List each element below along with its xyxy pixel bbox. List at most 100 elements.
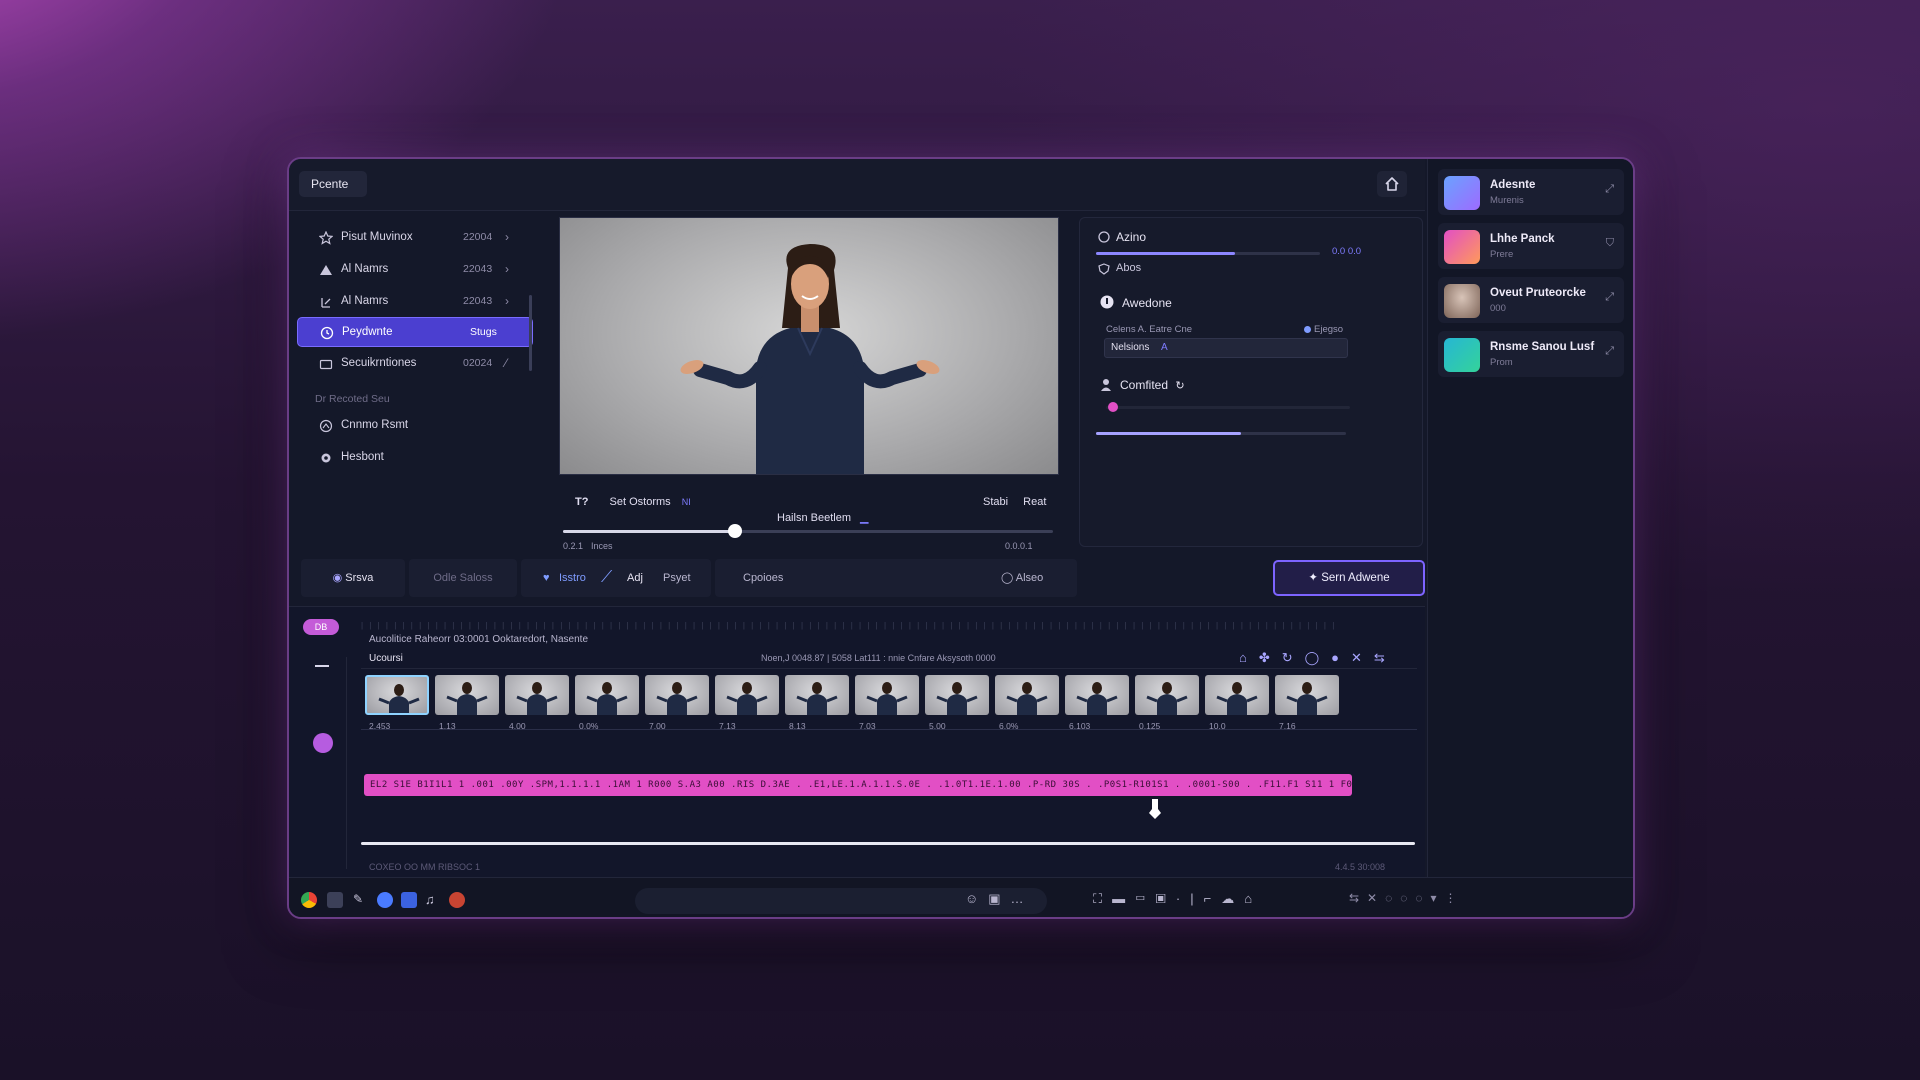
timeline-frame[interactable] <box>995 675 1059 715</box>
nav-item-hesbont[interactable]: Hesbont <box>297 443 533 473</box>
timeline-badge[interactable]: DB <box>303 619 339 635</box>
star-icon <box>319 231 333 245</box>
timeline-frame[interactable] <box>1135 675 1199 715</box>
timeline-ruler[interactable]: | | | | | | | | | | | | | | | | | | | | … <box>361 621 1417 631</box>
side-card-rnsme[interactable]: Rnsme Sanou Lusf Prom ⤢ <box>1438 331 1624 377</box>
section2-input-value: Nelsions <box>1111 342 1150 353</box>
toolbar-srsva-button[interactable]: ◉ Srsva <box>301 559 405 597</box>
nav-item-peydwnte[interactable]: Peydwnte Stugs <box>297 317 533 347</box>
expand-icon[interactable]: ⤢ <box>1605 291 1614 304</box>
window-title-tab[interactable]: Pcente <box>299 171 367 197</box>
section2-radio[interactable] <box>1304 326 1311 333</box>
toolbar-btn6-label[interactable]: Cpoioes <box>743 559 783 597</box>
nav-item-secuikrntiones[interactable]: Secuikrntiones 02024 ⁄ <box>297 349 533 379</box>
pen-icon <box>321 298 331 308</box>
nav-item-label: Al Namrs <box>341 263 389 275</box>
timeline-header: Aucolitice Raheorr 03:0001 Ooktaredort, … <box>369 634 589 645</box>
nav-item-al-namrs[interactable]: Al Namrs 22043 › <box>297 255 533 285</box>
brush-icon[interactable]: ⟋ <box>601 559 612 597</box>
section3-dot-slider[interactable] <box>1106 406 1350 409</box>
tray-icons-left[interactable]: ☺▣… <box>965 891 1034 907</box>
master-track-line[interactable] <box>361 842 1415 845</box>
playback-handle[interactable] <box>727 524 742 538</box>
section2-field-label: Celens A. Eatre Cne <box>1106 324 1193 335</box>
timeline-frame[interactable] <box>715 675 779 715</box>
section3-dot-handle[interactable] <box>1108 402 1119 412</box>
globe-icon <box>319 419 333 433</box>
caption-label: Set Ostorms <box>609 496 671 508</box>
frame-thumbnail <box>378 684 420 713</box>
edit-toolbar: ◉ Srsva Odle Saloss ♥ Isstro ⟋ Adj Psyet… <box>301 559 1425 599</box>
chevron-right-icon: › <box>505 294 509 308</box>
toolbar-odle-saloss-button[interactable]: Odle Saloss <box>409 559 517 597</box>
track-label: Ucoursi <box>369 653 403 664</box>
toolbar-btn5-label[interactable]: Psyet <box>663 559 691 597</box>
primary-action-button[interactable]: ✦ Sern Adwene <box>1273 560 1425 596</box>
track-tool-icons[interactable]: ⌂✤↻◯●✕⇆ <box>1239 650 1397 666</box>
taskbar: ✎ ♫ ☺▣… ⛶▬▭▣·|⌐☁⌂ ⇆✕◌◌◌▾⋮ <box>289 877 1633 917</box>
timeline-frame[interactable] <box>575 675 639 715</box>
video-preview[interactable] <box>559 217 1059 475</box>
nav-item-pisut-muvinox[interactable]: Pisut Muvinox 22004 › <box>297 223 533 253</box>
timeline-frame[interactable] <box>855 675 919 715</box>
timeline-frame[interactable] <box>1275 675 1339 715</box>
audio-icon <box>1098 231 1110 243</box>
preview-status: Stabi Reat <box>983 496 1046 508</box>
toolbar-btn4-label[interactable]: Adj <box>627 559 643 597</box>
nav-item-al-namrs-2[interactable]: Al Namrs 22043 › <box>297 287 533 317</box>
record-button[interactable] <box>313 733 333 753</box>
nav-item-cnnmo-rsmt[interactable]: Cnnmo Rsmt <box>297 411 533 441</box>
timeline-frame[interactable] <box>435 675 499 715</box>
caption-control[interactable]: T? Set Ostorms NI <box>575 496 691 508</box>
frame-thumbnail <box>936 682 978 715</box>
track-meta: Noen,J 0048.87 | 5058 Lat111 : nnie Cnfa… <box>761 653 996 663</box>
sparkle-icon: ✦ <box>1308 572 1318 584</box>
toolbar-btn2-label: Odle Saloss <box>433 572 493 584</box>
left-nav: Pisut Muvinox 22004 › Al Namrs 22043 › A… <box>297 217 533 539</box>
tray-status-icons[interactable]: ⇆✕◌◌◌▾⋮ <box>1349 891 1465 905</box>
timeline-frame[interactable] <box>925 675 989 715</box>
clip-name-label: Hailsn Beetlem <box>777 512 851 524</box>
section2-input[interactable]: Nelsions A <box>1104 338 1348 358</box>
tray-icons-right[interactable]: ⛶▬▭▣·|⌐☁⌂ <box>1093 891 1262 907</box>
playhead[interactable] <box>1149 799 1161 819</box>
toolbar-group-1: ♥ Isstro ⟋ Adj Psyet <box>521 559 711 597</box>
side-card-adesnte[interactable]: Adesnte Murenis ⤢ <box>1438 169 1624 215</box>
gear-icon <box>321 453 331 463</box>
music-icon[interactable]: ♫ <box>425 892 441 908</box>
expand-icon[interactable]: ⤢ <box>1605 183 1614 196</box>
timeline-frame[interactable] <box>365 675 429 715</box>
timeline-frame[interactable] <box>785 675 849 715</box>
side-card-lhhe-panck[interactable]: Lhhe Panck Prere ⛉ <box>1438 223 1624 269</box>
nav-item-value: 02024 <box>463 357 493 369</box>
chrome-icon[interactable] <box>301 892 317 908</box>
side-card-subtitle: 000 <box>1490 303 1506 314</box>
nav-scrollbar[interactable] <box>529 295 532 371</box>
side-card-oveut[interactable]: Oveut Pruteorcke 000 ⤢ <box>1438 277 1624 323</box>
audio-track[interactable]: EL2 S1E B1I1L1 1 .001 .00Y .SPM,1.1.1.1 … <box>364 774 1352 796</box>
nav-item-value: 22004 <box>463 231 493 243</box>
heart-icon[interactable]: ♥ <box>543 559 550 597</box>
time-start: 0.2.1 <box>563 541 584 551</box>
preview-status-label-2: Reat <box>1023 496 1047 508</box>
pen-icon[interactable]: ✎ <box>353 892 369 908</box>
nav-item-label: Hesbont <box>341 451 384 463</box>
shield-app-icon[interactable] <box>401 892 417 908</box>
expand-icon[interactable]: ⤢ <box>1605 345 1614 358</box>
side-card-title: Rnsme Sanou Lusf <box>1490 341 1595 353</box>
primary-action-label: Sern Adwene <box>1321 572 1390 584</box>
home-button[interactable] <box>1377 171 1407 197</box>
shield-icon[interactable]: ⛉ <box>1606 237 1614 250</box>
record-app-icon[interactable] <box>449 892 465 908</box>
nav-section-label: Dr Recoted Seu <box>315 393 390 405</box>
toolbar-btn7[interactable]: ◯ Alseo <box>1001 559 1043 597</box>
app-a-icon[interactable] <box>377 892 393 908</box>
timeline-frame[interactable] <box>505 675 569 715</box>
timeline-frame[interactable] <box>1205 675 1269 715</box>
timeline-frame[interactable] <box>1065 675 1129 715</box>
nav-item-value: 22043 <box>463 295 493 307</box>
toolbar-btn3-label[interactable]: Isstro <box>559 559 586 597</box>
collapse-icon[interactable] <box>315 665 329 667</box>
window-icon[interactable] <box>327 892 343 908</box>
timeline-frame[interactable] <box>645 675 709 715</box>
